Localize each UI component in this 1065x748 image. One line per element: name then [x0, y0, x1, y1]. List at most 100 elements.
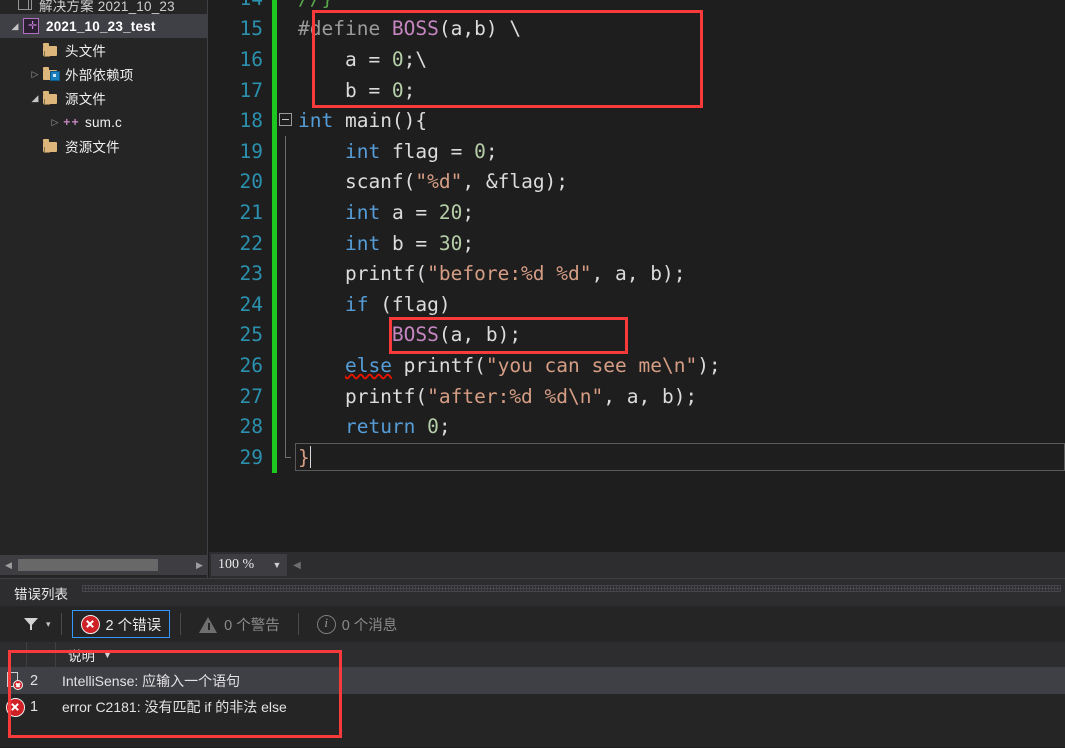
tree-item-3[interactable]: ◢ 源文件: [0, 86, 207, 110]
scroll-left-arrow-icon[interactable]: ◀: [0, 556, 17, 574]
error-list-panel: 错误列表 ▾ 2 个错误 0 个警告 0 个消息 说明: [0, 578, 1065, 747]
error-icon: [80, 614, 100, 634]
code-line-28[interactable]: 28 return 0;: [209, 411, 1065, 442]
code-text[interactable]: int b = 30;: [295, 232, 474, 255]
code-line-24[interactable]: 24 if (flag): [209, 288, 1065, 320]
tree-expander-collapse[interactable]: ◢: [28, 93, 42, 103]
code-text[interactable]: b = 0;: [295, 79, 415, 102]
fold-column[interactable]: [277, 105, 295, 136]
fold-column[interactable]: [277, 258, 295, 289]
code-text[interactable]: }: [295, 443, 1065, 472]
line-number: 29: [239, 445, 263, 469]
error-table-header: 说明 ▼: [0, 642, 1065, 668]
zoom-level-combobox[interactable]: 100 % ▼: [211, 554, 287, 576]
column-description[interactable]: 说明 ▼: [56, 642, 1065, 667]
chevron-down-icon[interactable]: ▾: [46, 619, 51, 630]
code-line-20[interactable]: 20 scanf("%d", &flag);: [209, 166, 1065, 198]
tab-error-list[interactable]: 错误列表: [0, 579, 78, 606]
fold-column[interactable]: [277, 75, 295, 106]
errors-filter-button[interactable]: 2 个错误: [71, 610, 171, 638]
code-line-18[interactable]: 18 int main(){: [209, 105, 1065, 136]
solution-explorer-hscrollbar[interactable]: ◀ ▶: [0, 555, 208, 575]
fold-column[interactable]: [277, 411, 295, 442]
code-line-29[interactable]: 29}: [209, 441, 1065, 473]
code-text[interactable]: scanf("%d", &flag);: [295, 170, 568, 193]
tree-item-5[interactable]: 资源文件: [0, 134, 207, 158]
code-text[interactable]: int flag = 0;: [295, 140, 498, 163]
code-token: ;: [462, 231, 475, 255]
filter-button[interactable]: ▾: [24, 618, 51, 630]
toolbar-separator: [297, 613, 299, 635]
tree-item-1[interactable]: 头文件: [0, 38, 207, 62]
code-text[interactable]: return 0;: [295, 415, 451, 438]
tree-item-4[interactable]: ▷ + + sum.c: [0, 110, 207, 134]
fold-column[interactable]: [277, 14, 295, 45]
fold-column[interactable]: [277, 380, 295, 412]
code-line-27[interactable]: 27 printf("after:%d %d\n", a, b);: [209, 380, 1065, 412]
line-number: 25: [239, 323, 263, 347]
code-token: ;: [462, 200, 475, 224]
line-number: 21: [239, 200, 263, 224]
fold-column[interactable]: [277, 350, 295, 381]
tree-item-0[interactable]: ◢ ✛ 2021_10_23_test: [0, 14, 207, 38]
code-token: BOSS: [391, 323, 439, 347]
fold-guide: [285, 258, 286, 289]
error-row-description: IntelliSense: 应输入一个语句: [62, 673, 241, 689]
code-text[interactable]: int a = 20;: [295, 201, 474, 224]
code-text[interactable]: #define BOSS(a,b) \: [295, 17, 521, 40]
code-line-15[interactable]: 15 #define BOSS(a,b) \: [209, 13, 1065, 45]
tree-item-solution[interactable]: 解决方案 2021_10_23: [0, 0, 207, 14]
fold-column[interactable]: [277, 197, 295, 228]
code-text[interactable]: printf("after:%d %d\n", a, b);: [295, 385, 697, 408]
messages-filter-button[interactable]: 0 个消息: [309, 610, 406, 638]
code-text[interactable]: BOSS(a, b);: [295, 323, 521, 346]
code-line-25[interactable]: 25 BOSS(a, b);: [209, 319, 1065, 351]
fold-column[interactable]: [277, 288, 295, 320]
fold-column[interactable]: [277, 44, 295, 75]
code-editor[interactable]: 14//}15#define BOSS(a,b) \16 a = 0;\17 b…: [209, 0, 1065, 552]
fold-column[interactable]: [277, 319, 295, 351]
folder-icon: [42, 138, 60, 154]
code-text[interactable]: else printf("you can see me\n");: [295, 354, 721, 377]
fold-column[interactable]: [277, 0, 295, 14]
error-row[interactable]: 1 error C2181: 没有匹配 if 的非法 else: [0, 694, 1065, 720]
tree-expander-expand[interactable]: ▷: [28, 69, 42, 79]
code-text[interactable]: if (flag): [295, 293, 451, 316]
code-line-26[interactable]: 26 else printf("you can see me\n");: [209, 350, 1065, 381]
code-line-14[interactable]: 14 //}: [209, 0, 1065, 14]
fold-column[interactable]: [277, 135, 295, 167]
chevron-down-icon[interactable]: ▼: [268, 560, 286, 570]
code-line-17[interactable]: 17 b = 0;: [209, 74, 1065, 106]
code-text[interactable]: printf("before:%d %d", a, b);: [295, 262, 685, 285]
code-text[interactable]: a = 0;\: [295, 48, 427, 71]
code-text[interactable]: //}: [295, 0, 333, 10]
fold-column[interactable]: [277, 441, 295, 473]
code-content[interactable]: 14//}15#define BOSS(a,b) \16 a = 0;\17 b…: [209, 0, 1065, 473]
error-row[interactable]: 2 IntelliSense: 应输入一个语句: [0, 668, 1065, 694]
scroll-right-arrow-icon[interactable]: ▶: [191, 556, 208, 574]
editor-hscroll-left-arrow-icon[interactable]: ◀: [287, 560, 307, 571]
hscroll-thumb[interactable]: [18, 559, 158, 571]
warnings-filter-button[interactable]: 0 个警告: [191, 610, 288, 638]
fold-column[interactable]: [277, 227, 295, 259]
code-text[interactable]: int main(){: [295, 109, 427, 132]
code-token: #define: [298, 17, 392, 41]
fold-collapse-icon[interactable]: [279, 113, 292, 127]
tabstrip-grip[interactable]: [78, 579, 1065, 606]
code-line-22[interactable]: 22 int b = 30;: [209, 227, 1065, 259]
line-number: 16: [239, 47, 263, 71]
tree-expander-expand[interactable]: ▷: [48, 117, 62, 127]
code-line-16[interactable]: 16 a = 0;\: [209, 44, 1065, 75]
sort-descending-icon[interactable]: ▼: [103, 650, 112, 660]
code-token: , &flag);: [462, 170, 569, 194]
code-token: (a,b) \: [438, 17, 522, 41]
code-token: );: [697, 353, 721, 377]
code-line-23[interactable]: 23 printf("before:%d %d", a, b);: [209, 258, 1065, 289]
fold-column[interactable]: [277, 166, 295, 198]
tree-item-2[interactable]: ▷ 外部依赖项: [0, 62, 207, 86]
code-line-21[interactable]: 21 int a = 20;: [209, 197, 1065, 228]
code-line-19[interactable]: 19 int flag = 0;: [209, 135, 1065, 167]
tree-expander-collapse[interactable]: ◢: [8, 21, 22, 31]
warnings-count-label: 0 个警告: [224, 617, 280, 634]
